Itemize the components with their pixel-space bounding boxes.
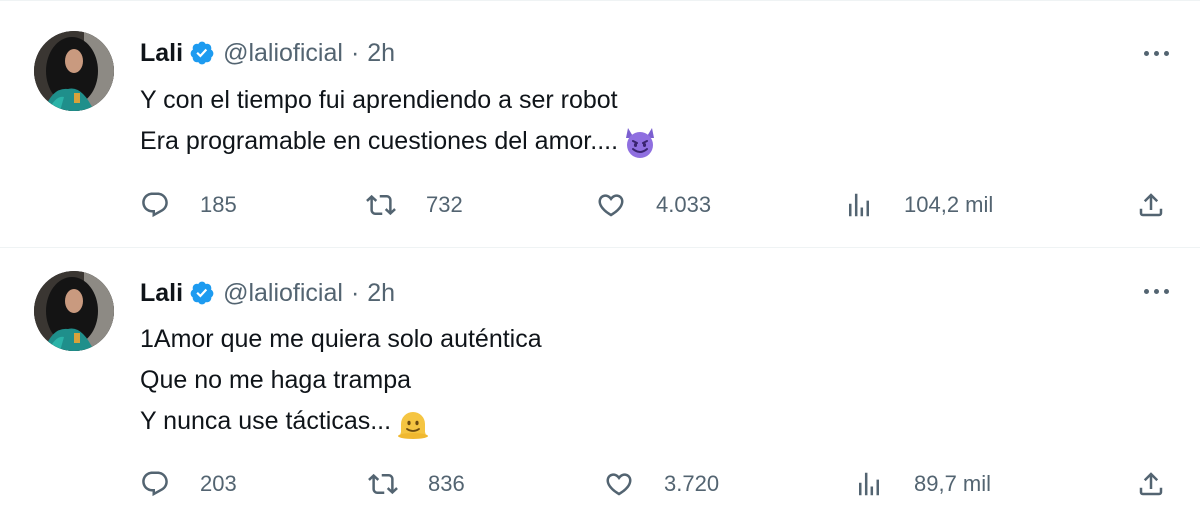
reply-button[interactable]: 203 [140, 464, 237, 504]
share-button[interactable] [1136, 185, 1166, 225]
tweet-line: Era programable en cuestiones del amor..… [140, 121, 658, 162]
views-button[interactable]: 104,2 mil [844, 185, 993, 225]
tweet-header: Lali @lalioficial · 2h [140, 37, 395, 69]
share-button[interactable] [1136, 464, 1166, 504]
verified-badge-icon [189, 280, 215, 306]
reply-count: 185 [200, 192, 237, 217]
retweet-icon [368, 469, 398, 499]
verified-badge-icon [189, 40, 215, 66]
timestamp[interactable]: 2h [367, 279, 395, 308]
heart-icon [596, 190, 626, 220]
tweet-text: 1Amor que me quiera solo auténtica Que n… [140, 319, 542, 442]
author-name[interactable]: Lali [140, 279, 183, 308]
separator: · [350, 38, 360, 67]
views-bar-chart-icon [844, 190, 874, 220]
share-icon [1136, 469, 1166, 499]
tweet-line: 1Amor que me quiera solo auténtica [140, 325, 542, 353]
views-count: 104,2 mil [904, 192, 994, 217]
tweet-actions: 185 732 4.033 104,2 mil [140, 185, 1180, 225]
avatar[interactable] [34, 271, 114, 351]
tweet-card[interactable]: Lali @lalioficial · 2h Y con el tiempo f… [0, 0, 1200, 248]
like-count: 3.720 [664, 471, 720, 496]
author-handle[interactable]: @lalioficial [223, 39, 343, 68]
smiling-face-with-horns-icon [626, 127, 655, 158]
retweet-icon [366, 190, 396, 220]
tweet-line: Y nunca use tácticas... [140, 401, 542, 442]
share-icon [1136, 190, 1166, 220]
views-button[interactable]: 89,7 mil [854, 464, 991, 504]
melting-face-icon [398, 411, 429, 439]
tweet-card[interactable]: Lali @lalioficial · 2h 1Amor que me quie… [0, 247, 1200, 526]
retweet-button[interactable]: 836 [368, 464, 465, 504]
tweet-text: Y con el tiempo fui aprendiendo a ser ro… [140, 80, 658, 162]
retweet-button[interactable]: 732 [366, 185, 463, 225]
views-count: 89,7 mil [914, 471, 992, 496]
reply-icon [140, 190, 170, 220]
timestamp[interactable]: 2h [367, 39, 395, 68]
reply-count: 203 [200, 471, 237, 496]
tweet-line: Que no me haga trampa [140, 366, 411, 394]
tweet-actions: 203 836 3.720 89,7 mil [140, 464, 1180, 504]
views-bar-chart-icon [854, 469, 884, 499]
heart-icon [604, 469, 634, 499]
reply-icon [140, 469, 170, 499]
reply-button[interactable]: 185 [140, 185, 237, 225]
avatar[interactable] [34, 31, 114, 111]
like-button[interactable]: 3.720 [604, 464, 719, 504]
more-options-icon[interactable] [1136, 281, 1176, 301]
tweet-header: Lali @lalioficial · 2h [140, 277, 395, 309]
more-options-icon[interactable] [1136, 43, 1176, 63]
retweet-count: 836 [428, 471, 465, 496]
author-name[interactable]: Lali [140, 39, 183, 68]
tweet-line: Y con el tiempo fui aprendiendo a ser ro… [140, 86, 618, 114]
separator: · [350, 278, 360, 307]
like-button[interactable]: 4.033 [596, 185, 711, 225]
like-count: 4.033 [656, 192, 712, 217]
retweet-count: 732 [426, 192, 463, 217]
author-handle[interactable]: @lalioficial [223, 279, 343, 308]
